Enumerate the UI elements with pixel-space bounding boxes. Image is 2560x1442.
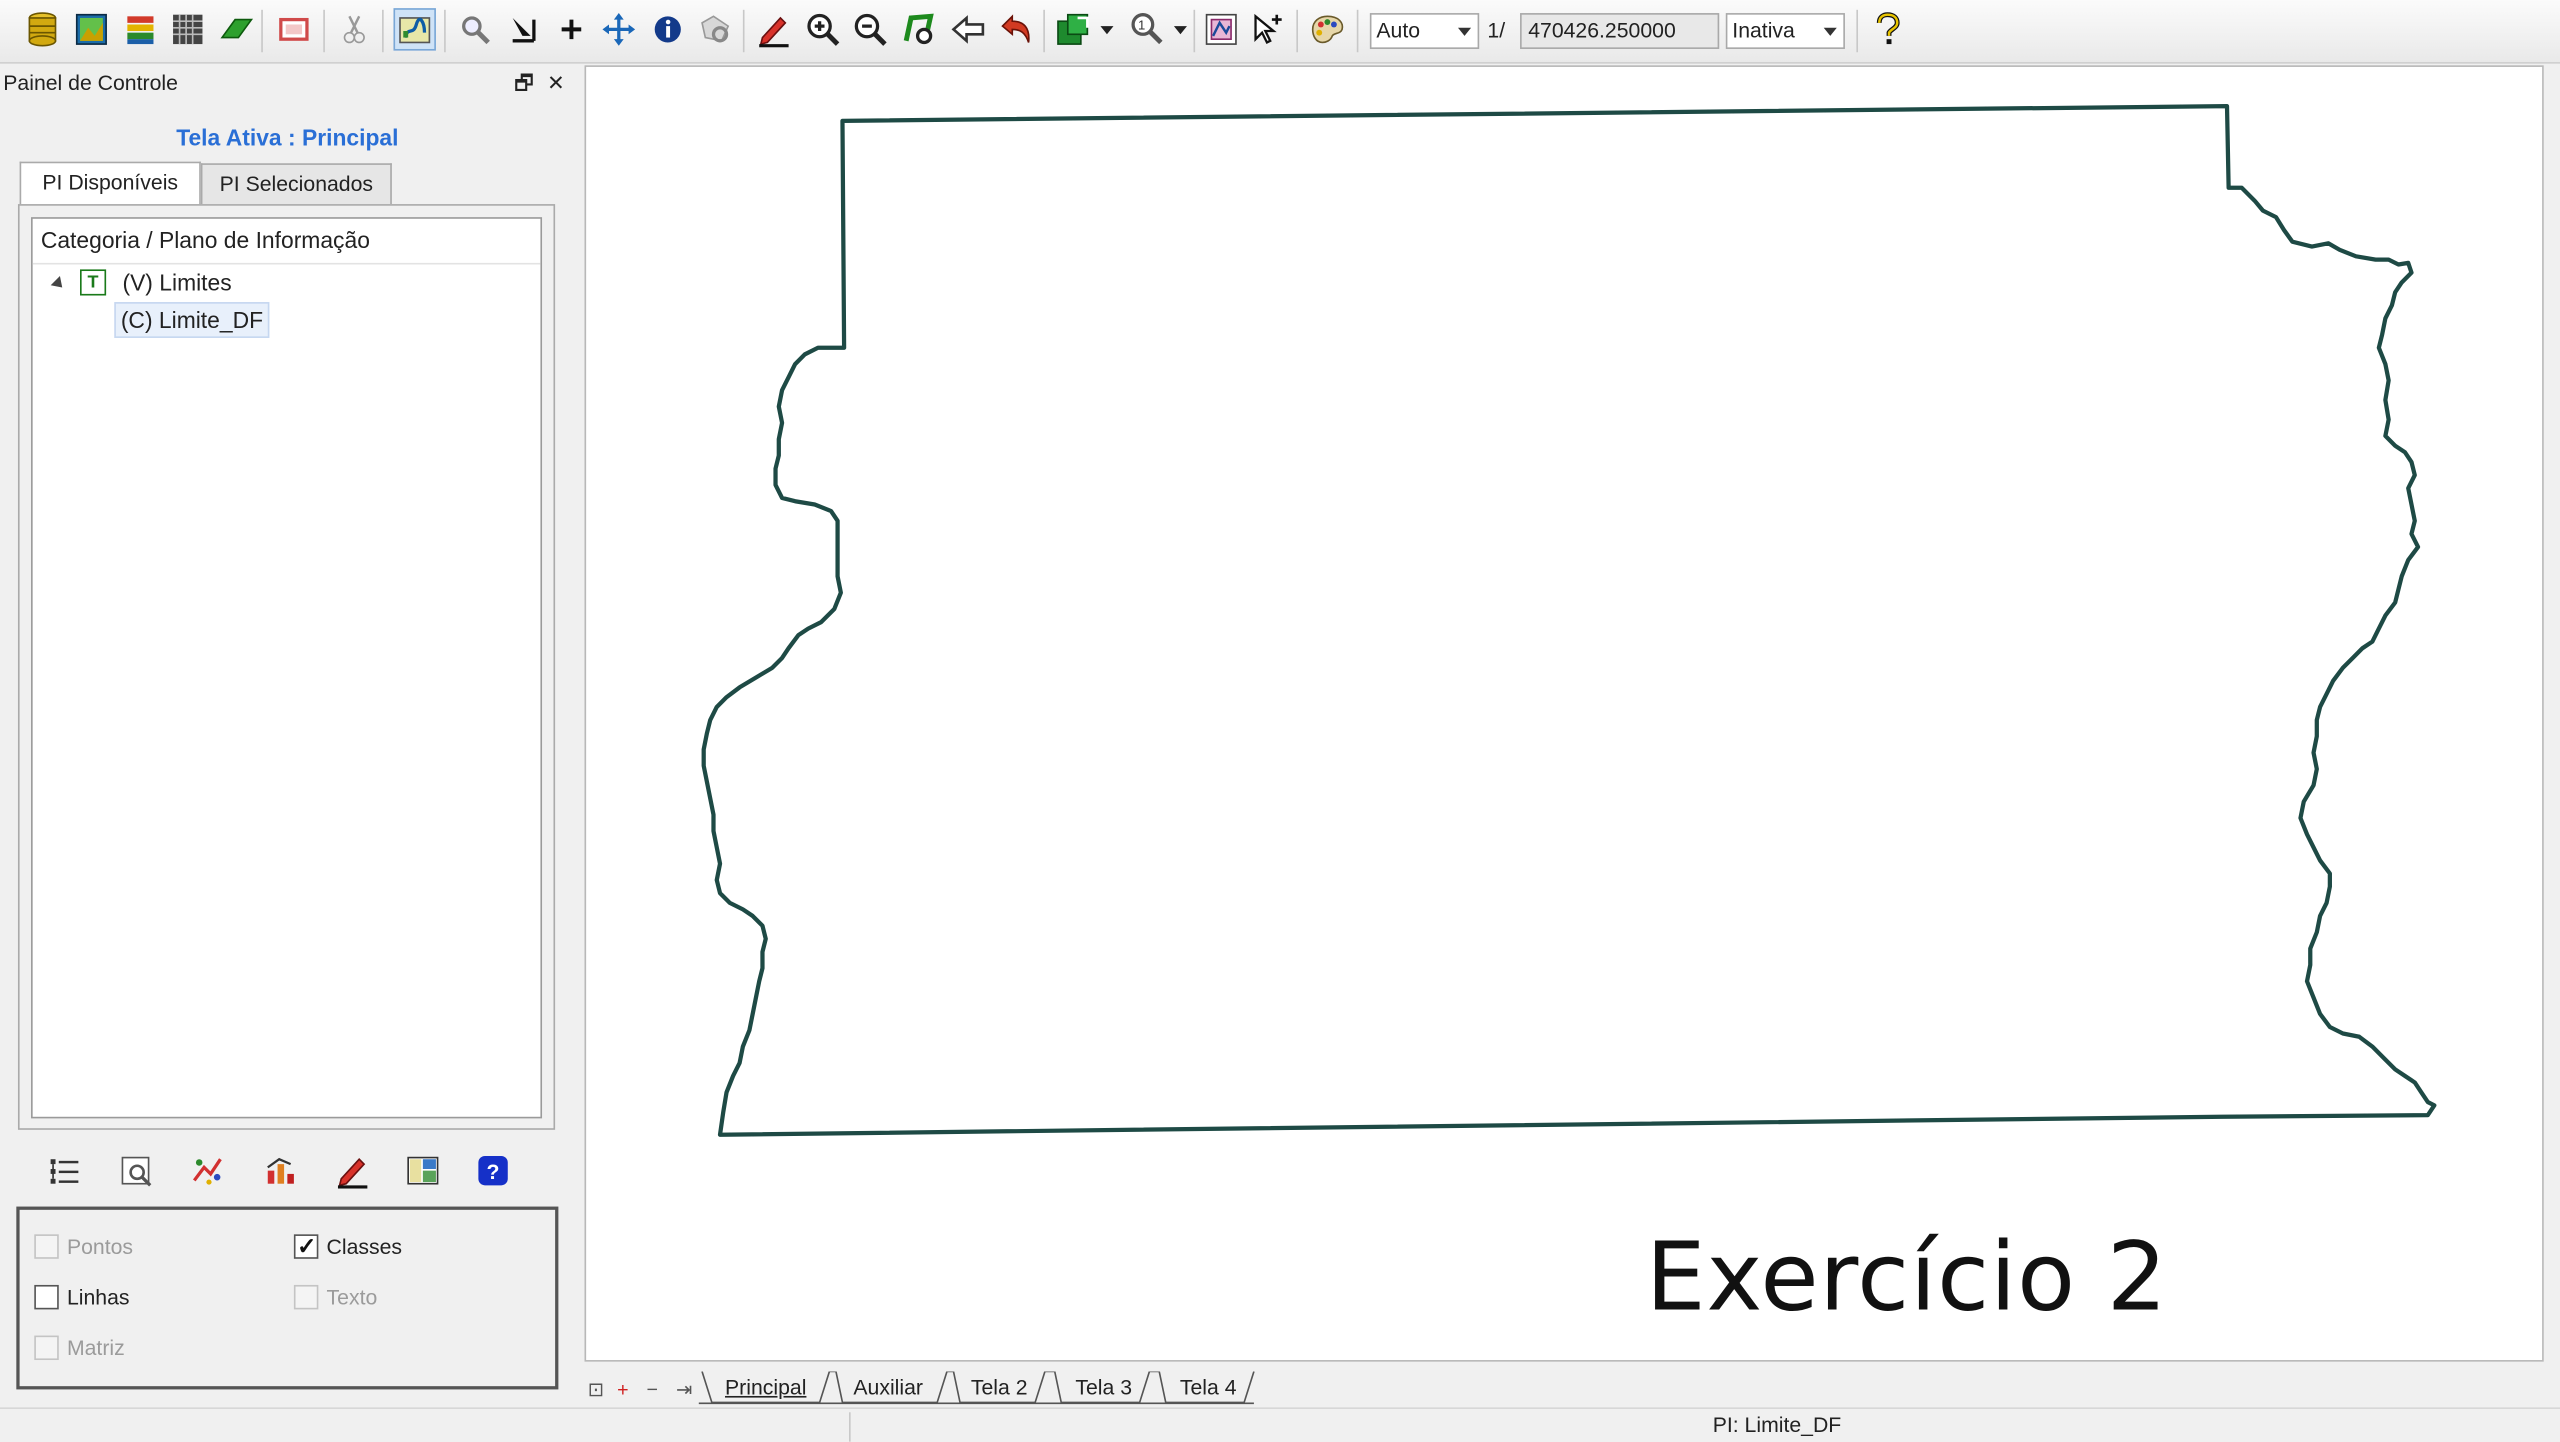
database-icon[interactable]	[21, 8, 63, 50]
restore-icon[interactable]: 🗗	[514, 67, 534, 100]
edit-icon[interactable]	[331, 1149, 373, 1191]
active-screen-label: Tela Ativa : Principal	[176, 124, 399, 151]
zoom-mode-value: Auto	[1376, 17, 1421, 43]
option-matriz[interactable]: Matriz	[34, 1334, 125, 1363]
status-bar: PI: Limite_DF	[0, 1407, 2560, 1442]
collapse-arrow-icon[interactable]	[50, 276, 67, 293]
tab-pi-disponiveis[interactable]: PI Disponíveis	[19, 161, 201, 206]
exercise-caption: Exercício 2	[1645, 1221, 2168, 1333]
svg-text:?: ?	[487, 1161, 500, 1184]
map-canvas[interactable]	[584, 65, 2544, 1362]
tab-restore-icon[interactable]: ⊡	[588, 1378, 604, 1401]
zoom-scale-icon[interactable]: 1	[1127, 8, 1169, 50]
main-toolbar: 1 Auto 1/ 470426.250000 Inativa	[0, 0, 2560, 64]
export-icon[interactable]	[1053, 8, 1095, 50]
image-icon[interactable]	[70, 8, 112, 50]
zoom-area-icon[interactable]	[898, 8, 940, 50]
scale-input[interactable]: 470426.250000	[1520, 13, 1720, 49]
tab-principal[interactable]: Principal	[712, 1371, 820, 1404]
panel-bottom-toolbar: ?	[18, 1143, 555, 1199]
tab-remove-icon[interactable]: −	[647, 1378, 658, 1401]
option-texto[interactable]: Texto	[293, 1283, 378, 1312]
zoom-mode-select[interactable]: Auto	[1369, 13, 1480, 49]
display-options: Pontos Classes Linhas Texto Matriz	[16, 1206, 559, 1390]
svg-text:1: 1	[1138, 17, 1145, 32]
graphic-icon[interactable]	[1200, 8, 1242, 50]
grid-icon[interactable]	[167, 8, 209, 50]
pointer-plus-icon[interactable]	[1246, 8, 1288, 50]
tab-tela-2[interactable]: Tela 2	[953, 1371, 1044, 1404]
polygon-select-icon[interactable]	[694, 8, 736, 50]
panel-titlebar: Painel de Controle 🗗 ✕	[0, 67, 575, 100]
checkbox-pontos[interactable]	[34, 1234, 59, 1259]
option-pontos[interactable]: Pontos	[34, 1233, 133, 1262]
tab-tela-4[interactable]: Tela 4	[1162, 1371, 1253, 1404]
frame-icon[interactable]	[273, 8, 315, 50]
option-classes-label: Classes	[326, 1234, 403, 1259]
theme-icon: T	[80, 269, 107, 296]
chevron-down-icon	[1458, 27, 1472, 36]
back-icon[interactable]	[947, 8, 989, 50]
tree-item-category[interactable]: (V) Limites	[122, 266, 231, 299]
pencil-icon[interactable]	[753, 8, 795, 50]
tree-item-layer[interactable]: (C) Limite_DF	[114, 302, 270, 338]
limite-df-boundary	[701, 104, 2437, 1137]
close-icon[interactable]: ✕	[547, 67, 565, 100]
tab-tela-3[interactable]: Tela 3	[1058, 1371, 1149, 1404]
list-icon[interactable]	[44, 1149, 86, 1191]
help-icon[interactable]: ?	[472, 1149, 514, 1191]
option-matriz-label: Matriz	[66, 1335, 125, 1361]
option-classes[interactable]: Classes	[293, 1231, 403, 1262]
move-icon[interactable]	[598, 8, 640, 50]
state-value: Inativa	[1732, 17, 1795, 43]
tab-pi-selecionados[interactable]: PI Selecionados	[200, 163, 392, 205]
checkbox-classes[interactable]	[293, 1231, 319, 1260]
option-linhas-label: Linhas	[66, 1284, 130, 1310]
palette-icon[interactable]	[1306, 8, 1348, 50]
option-linhas[interactable]: Linhas	[34, 1283, 129, 1312]
tree-header: Categoria / Plano de Informação	[32, 219, 541, 265]
checkbox-texto[interactable]	[293, 1284, 319, 1310]
tab-content: Categoria / Plano de Informação T (V) Li…	[17, 204, 556, 1130]
preview-icon[interactable]	[116, 1149, 158, 1191]
layers-icon[interactable]	[119, 8, 161, 50]
magnifier-icon[interactable]	[454, 8, 496, 50]
style-icon[interactable]	[188, 1149, 230, 1191]
layer-tree: Categoria / Plano de Informação T (V) Li…	[31, 217, 543, 1119]
cursor-down-icon[interactable]	[501, 8, 543, 50]
eraser-icon[interactable]	[216, 8, 258, 50]
option-texto-label: Texto	[326, 1284, 378, 1310]
state-select[interactable]: Inativa	[1725, 13, 1845, 49]
zoom-in-icon[interactable]	[802, 8, 844, 50]
scale-prefix-label: 1/	[1487, 17, 1506, 43]
help-icon[interactable]	[1866, 8, 1908, 50]
chevron-down-icon	[1823, 27, 1837, 36]
tab-last-icon[interactable]: ⇥	[676, 1378, 692, 1401]
scissors-icon[interactable]	[333, 8, 375, 50]
export-dropdown-icon[interactable]	[1096, 8, 1119, 50]
checkbox-matriz[interactable]	[34, 1335, 59, 1361]
tab-add-icon[interactable]: +	[617, 1378, 628, 1401]
option-pontos-label: Pontos	[66, 1234, 134, 1259]
zoom-out-icon[interactable]	[849, 8, 891, 50]
chart-icon[interactable]	[260, 1149, 302, 1191]
checkbox-linhas[interactable]	[34, 1284, 59, 1310]
screen-tabs: ⊡ + − ⇥ Principal Auxiliar Tela 2 Tela 3…	[585, 1371, 1565, 1407]
plus-icon[interactable]	[550, 8, 592, 50]
legend-icon[interactable]	[402, 1149, 444, 1191]
tab-auxiliar[interactable]: Auxiliar	[836, 1371, 940, 1404]
undo-icon[interactable]	[994, 8, 1036, 50]
info-icon[interactable]	[647, 8, 689, 50]
map-view-icon[interactable]	[393, 8, 436, 51]
status-pi-text: PI: Limite_DF	[1712, 1412, 1842, 1437]
panel-title: Painel de Controle	[3, 70, 178, 95]
zoom-scale-dropdown-icon[interactable]	[1169, 8, 1192, 50]
